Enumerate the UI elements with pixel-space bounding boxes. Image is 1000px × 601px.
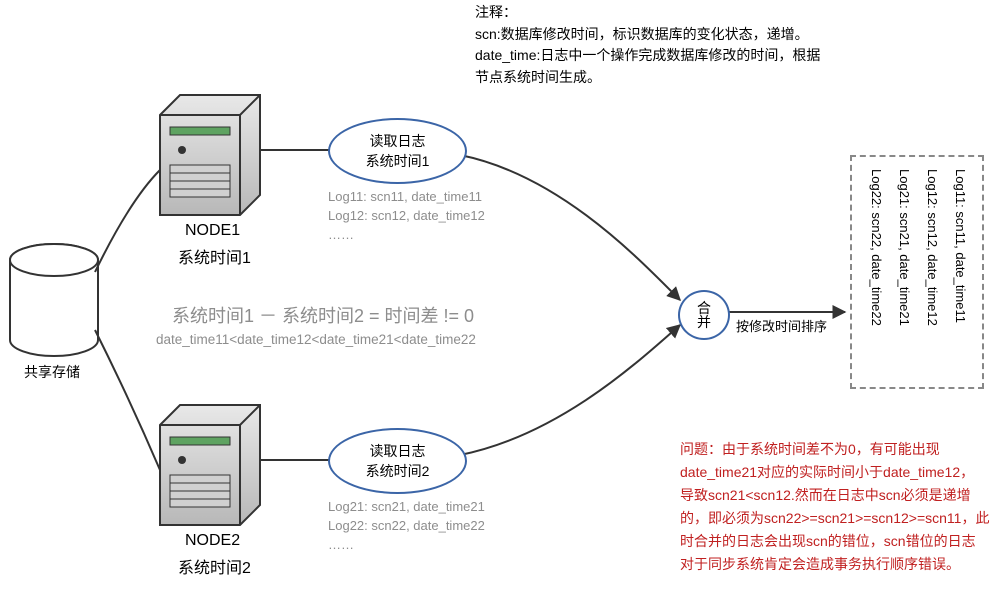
problem-l6: 对于同步系统肯定会造成事务执行顺序错误。 xyxy=(680,553,995,576)
node1-name: NODE1 xyxy=(185,222,240,240)
node2-log-lines: Log21: scn21, date_time21 Log22: scn22, … xyxy=(328,498,485,555)
node1-log-lines: Log11: scn11, date_time11 Log12: scn12, … xyxy=(328,188,485,245)
problem-l1: 问题：由于系统时间差不为0，有可能出现 xyxy=(680,438,995,461)
reader-ellipse-1: 读取日志 系统时间1 xyxy=(328,118,467,184)
result-row-3: Log22: scn22, date_time22 xyxy=(869,169,884,374)
merge-line1: 合 xyxy=(697,301,711,315)
merge-ellipse: 合 并 xyxy=(678,290,730,340)
reader2-line1: 读取日志 xyxy=(370,441,426,461)
shared-storage-icon xyxy=(10,244,98,356)
node2-subtitle: 系统时间2 xyxy=(178,554,251,578)
problem-l2: date_time21对应的实际时间小于date_time12， xyxy=(680,461,995,484)
reader1-line1: 读取日志 xyxy=(370,131,426,151)
problem-l3: 导致scn21<scn12.然而在日志中scn必须是递增 xyxy=(680,484,995,507)
merge-arrow-label: 按修改时间排序 xyxy=(736,316,827,335)
annotation-scn: scn:数据库修改时间，标识数据库的变化状态，递增。 xyxy=(475,24,995,46)
node1-subtitle: 系统时间1 xyxy=(178,244,251,268)
reader-ellipse-2: 读取日志 系统时间2 xyxy=(328,428,467,494)
result-row-2: Log21: scn21, date_time21 xyxy=(897,169,912,374)
problem-l5: 时合并的日志会出现scn的错位，scn错位的日志 xyxy=(680,530,995,553)
annotation-block: 注释： scn:数据库修改时间，标识数据库的变化状态，递增。 date_time… xyxy=(475,2,995,89)
annotation-dt2: 节点系统时间生成。 xyxy=(475,67,995,89)
server-node1-icon xyxy=(160,95,260,215)
diagram-canvas: { "annotation": { "heading": "注释：", "lin… xyxy=(0,0,1000,601)
result-box: Log11: scn11, date_time11 Log12: scn12, … xyxy=(850,155,984,389)
merge-line2: 并 xyxy=(697,315,711,329)
reader1-line2: 系统时间1 xyxy=(366,151,430,171)
result-row-1: Log12: scn12, date_time12 xyxy=(925,169,940,374)
result-row-0: Log11: scn11, date_time11 xyxy=(953,169,968,374)
server-node2-icon xyxy=(160,405,260,525)
time-diff-equation: 系统时间1 － 系统时间2 = 时间差 != 0 xyxy=(172,302,474,328)
annotation-dt1: date_time:日志中一个操作完成数据库修改的时间，根据 xyxy=(475,45,995,67)
datetime-order: date_time11<date_time12<date_time21<date… xyxy=(156,332,476,347)
problem-block: 问题：由于系统时间差不为0，有可能出现 date_time21对应的实际时间小于… xyxy=(680,438,995,577)
problem-l4: 的，即必须为scn22>=scn21>=scn12>=scn11，此 xyxy=(680,507,995,530)
reader2-line2: 系统时间2 xyxy=(366,461,430,481)
shared-storage-label: 共享存储 xyxy=(24,362,80,382)
node2-name: NODE2 xyxy=(185,532,240,550)
annotation-heading: 注释： xyxy=(475,2,995,24)
